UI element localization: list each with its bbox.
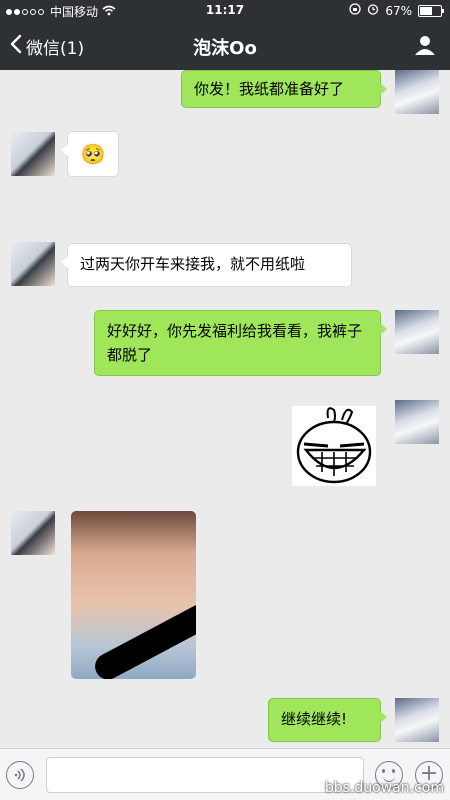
alarm-icon [367, 3, 379, 18]
voice-icon[interactable] [6, 761, 34, 789]
my-avatar[interactable] [395, 310, 439, 354]
my-avatar[interactable] [395, 70, 439, 114]
status-right: 67% [349, 3, 444, 18]
message-bubble-sent[interactable]: 继续继续! [268, 698, 387, 742]
censor-bar [90, 600, 196, 679]
message-text: 继续继续! [281, 710, 348, 728]
chat-header: 微信(1) 泡沫Oo [0, 22, 450, 70]
contact-avatar[interactable] [11, 242, 55, 286]
message-text: 过两天你开车来接我，就不用纸啦 [80, 255, 306, 273]
message-bubble-received[interactable]: 🥺 [61, 131, 119, 177]
message-text: 你发！我纸都准备好了 [194, 80, 345, 98]
message-bubble-sent[interactable]: 好好好，你先发福利给我看看，我裤子都脱了 [94, 310, 387, 376]
status-bar: 中国移动 11:17 67% [0, 0, 450, 22]
rotation-lock-icon [349, 3, 361, 18]
my-avatar[interactable] [395, 400, 439, 444]
contact-avatar[interactable] [11, 511, 55, 555]
message-input[interactable] [46, 757, 364, 793]
message-text: 好好好，你先发福利给我看看，我裤子都脱了 [107, 322, 363, 364]
contact-avatar[interactable] [11, 132, 55, 176]
battery-icon [418, 4, 444, 17]
censored-photo[interactable] [71, 511, 196, 679]
person-icon[interactable] [414, 34, 436, 60]
bunny-face-sticker[interactable] [292, 406, 376, 486]
watermark: bbs.duowan.com [324, 780, 444, 796]
battery-percent: 67% [385, 3, 412, 18]
message-bubble-received[interactable]: 过两天你开车来接我，就不用纸啦 [61, 243, 352, 287]
message-bubble-sent[interactable]: 你发！我纸都准备好了 [181, 70, 387, 108]
emoji-pleading: 🥺 [80, 142, 106, 166]
chat-title: 泡沫Oo [193, 38, 257, 59]
chat-area[interactable]: 你发！我纸都准备好了 🥺 过两天你开车来接我，就不用纸啦 好好好，你先发福利给我… [0, 70, 450, 748]
my-avatar[interactable] [395, 698, 439, 742]
